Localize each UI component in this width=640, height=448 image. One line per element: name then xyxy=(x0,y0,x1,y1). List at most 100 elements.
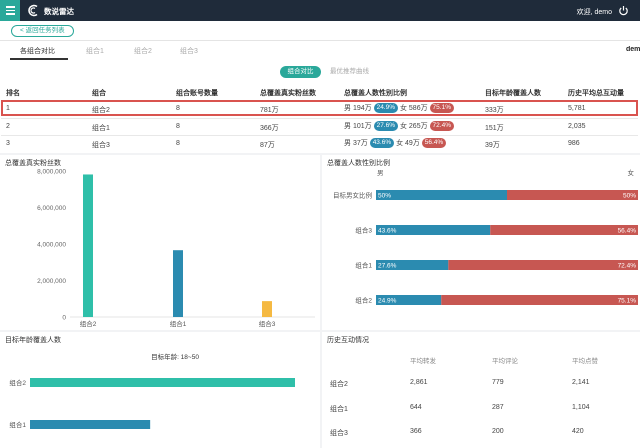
y-tick-label: 组合2 xyxy=(9,378,26,387)
history-row-name: 组合3 xyxy=(330,430,348,437)
male-pct-badge: 43.6% xyxy=(369,138,395,149)
th-combo: 组合 xyxy=(92,90,106,97)
x-tick-label: 组合3 xyxy=(259,319,276,328)
bar[interactable] xyxy=(173,250,183,317)
y-tick-label: 目标男女比例 xyxy=(333,191,372,200)
welcome-text: 欢迎, demo xyxy=(576,9,612,16)
x-tick-label: 组合1 xyxy=(170,319,187,328)
history-cell: 779 xyxy=(492,379,504,386)
gender-bar-chart: 男 女目标男女比例 50% 50% 组合3 43.6% 56.4% 组合1 27.6% 72.4%… xyxy=(333,168,638,305)
history-cell: 2,141 xyxy=(572,379,590,386)
female-label: 女 49万 xyxy=(396,140,420,147)
cell-fans: 87万 xyxy=(260,142,275,149)
female-pct-badge: 56.4% xyxy=(421,138,447,149)
history-col-forward: 平均转发 xyxy=(410,358,436,365)
male-value-label: 27.6% xyxy=(378,263,397,270)
subtab-optimal-curve[interactable]: 最优推荐曲线 xyxy=(330,66,369,78)
cell-rank: 3 xyxy=(6,140,10,147)
cell-rank: 2 xyxy=(6,123,10,130)
back-to-task-list-button[interactable]: < 返回任务列表 xyxy=(11,25,74,37)
bar[interactable] xyxy=(30,420,151,429)
y-tick-label: 组合2 xyxy=(355,296,372,305)
female-value-label: 75.1% xyxy=(618,298,637,305)
chart-subtitle: 目标年龄: 18~50 xyxy=(151,352,199,361)
y-tick-label: 4,000,000 xyxy=(37,242,66,249)
history-row-name: 组合2 xyxy=(330,381,348,388)
female-bar[interactable] xyxy=(448,260,638,270)
male-bar[interactable] xyxy=(376,190,507,200)
history-panel: 历史互动情况 平均转发 平均评论 平均点赞 组合2 2,861 779 2,14… xyxy=(322,332,640,448)
y-tick-label: 2,000,000 xyxy=(37,278,66,285)
table-row[interactable]: 2 组合1 8 366万 男 101万 27.6% 女 265万 72.4% 1… xyxy=(1,118,638,134)
th-accounts: 组合账号数量 xyxy=(176,90,218,97)
history-cell: 200 xyxy=(492,428,504,435)
age-chart-panel: 目标年龄覆盖人数 目标年龄: 18~50 组合2 组合1 xyxy=(0,332,320,448)
male-value-label: 50% xyxy=(378,193,391,200)
x-tick-label: 组合2 xyxy=(80,319,97,328)
fans-chart-panel: 总覆盖真实粉丝数 0 2,000,000 4,000,000 6,000,000 8,0… xyxy=(0,155,320,330)
table-row[interactable]: 1 组合2 8 781万 男 194万 24.9% 女 586万 75.1% 3… xyxy=(1,100,638,116)
history-cell: 1,104 xyxy=(572,404,590,411)
bar[interactable] xyxy=(30,378,295,387)
tab-compare[interactable]: 各组合对比 xyxy=(20,46,55,56)
tab-combo-1[interactable]: 组合1 xyxy=(86,46,104,56)
subtab-bar: 组合对比 最优推荐曲线 xyxy=(0,61,640,83)
th-interaction: 历史平均总互动量 xyxy=(568,90,624,97)
history-row-name: 组合1 xyxy=(330,406,348,413)
male-label: 男 194万 xyxy=(344,105,372,112)
cell-target: 151万 xyxy=(485,125,504,132)
cell-target: 39万 xyxy=(485,142,500,149)
menu-icon[interactable] xyxy=(0,0,20,21)
cell-accounts: 8 xyxy=(176,123,180,130)
comparison-table: 排名 组合 组合账号数量 总覆盖真实粉丝数 总覆盖人数性别比例 目标年龄覆盖人数… xyxy=(0,83,640,153)
table-row[interactable]: 3 组合3 8 87万 男 37万 43.6% 女 49万 56.4% 39万 … xyxy=(1,135,638,151)
y-tick-label: 6,000,000 xyxy=(37,205,66,212)
cell-rank: 1 xyxy=(6,105,10,112)
tab-combo-3[interactable]: 组合3 xyxy=(180,46,198,56)
female-bar[interactable] xyxy=(490,225,638,235)
cell-accounts: 8 xyxy=(176,105,180,112)
male-value-label: 24.9% xyxy=(378,298,397,305)
fans-bar-chart: 0 2,000,000 4,000,000 6,000,000 8,000,000 组合2… xyxy=(37,169,315,328)
y-tick-label: 组合1 xyxy=(355,261,372,270)
cell-accounts: 8 xyxy=(176,140,180,147)
bar[interactable] xyxy=(262,301,272,317)
tab-combo-2[interactable]: 组合2 xyxy=(134,46,152,56)
female-label: 女 586万 xyxy=(399,105,428,112)
history-col-like: 平均点赞 xyxy=(572,358,598,365)
th-gender: 总覆盖人数性别比例 xyxy=(344,90,407,97)
female-label: 女 265万 xyxy=(399,123,428,130)
active-tab-underline xyxy=(10,58,68,60)
history-cell: 420 xyxy=(572,428,584,435)
female-bar[interactable] xyxy=(507,190,638,200)
history-cell: 2,861 xyxy=(410,379,428,386)
cell-fans: 781万 xyxy=(260,107,279,114)
y-tick-label: 0 xyxy=(62,315,66,322)
cell-interaction: 986 xyxy=(568,140,580,147)
male-label: 男 37万 xyxy=(344,140,368,147)
cell-combo: 组合2 xyxy=(92,107,110,114)
age-bar-chart: 目标年龄: 18~50 组合2 组合1 xyxy=(9,352,295,429)
truncated-label: dem xyxy=(626,46,640,53)
male-pct-badge: 27.6% xyxy=(373,121,399,132)
history-col-comment: 平均评论 xyxy=(492,358,518,365)
cell-interaction: 5,781 xyxy=(568,105,586,112)
female-bar[interactable] xyxy=(441,295,638,305)
y-tick-label: 8,000,000 xyxy=(37,169,66,176)
cell-fans: 366万 xyxy=(260,125,279,132)
cell-combo: 组合3 xyxy=(92,142,110,149)
history-cell: 287 xyxy=(492,404,504,411)
male-value-label: 43.6% xyxy=(378,228,397,235)
subtab-compare[interactable]: 组合对比 xyxy=(280,66,321,78)
history-cell: 644 xyxy=(410,404,422,411)
bar[interactable] xyxy=(83,174,93,317)
female-value-label: 56.4% xyxy=(618,228,637,235)
female-value-label: 72.4% xyxy=(618,263,637,270)
app-title: 数说雷达 xyxy=(44,7,74,16)
history-cell: 366 xyxy=(410,428,422,435)
th-rank: 排名 xyxy=(6,90,20,97)
female-value-label: 50% xyxy=(623,193,636,200)
male-pct-badge: 24.9% xyxy=(373,103,399,114)
power-icon[interactable] xyxy=(618,5,629,16)
gender-chart-panel: 总覆盖人数性别比例 男女目标男女比例 50% 50% 组合3 43.6% 56.4% 组合1… xyxy=(322,155,640,330)
